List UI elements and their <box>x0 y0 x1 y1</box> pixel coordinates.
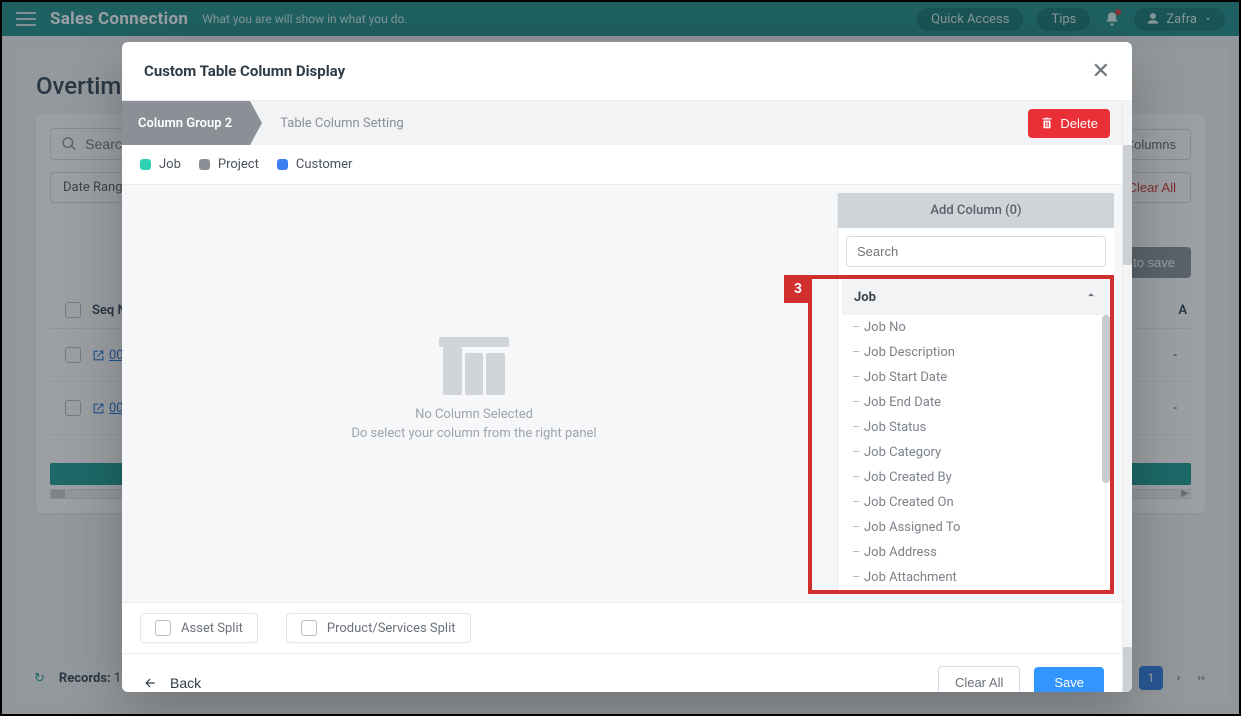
column-option[interactable]: Job Address <box>842 540 1110 565</box>
modal-scrollbar[interactable] <box>1122 101 1132 692</box>
asset-split-toggle[interactable]: Asset Split <box>140 613 258 643</box>
legend-job: Job <box>140 157 181 172</box>
back-button[interactable]: Back <box>140 675 201 691</box>
callout-badge: 3 <box>784 275 812 303</box>
column-option[interactable]: Job Created By <box>842 465 1110 490</box>
column-option[interactable]: Job Attachment <box>842 565 1110 590</box>
asset-split-checkbox[interactable] <box>155 620 171 636</box>
empty-state: No Column Selected Do select your column… <box>122 185 838 602</box>
delete-button[interactable]: Delete <box>1028 109 1110 138</box>
legend-row: Job Project Customer <box>122 145 1122 185</box>
arrow-left-icon <box>140 676 160 690</box>
save-button[interactable]: Save <box>1034 667 1104 692</box>
modal-title: Custom Table Column Display <box>144 62 345 80</box>
column-option[interactable]: Job Start Date <box>842 365 1110 390</box>
column-group-job[interactable]: Job <box>842 279 1110 315</box>
column-option[interactable]: Job Description <box>842 340 1110 365</box>
product-split-checkbox[interactable] <box>301 620 317 636</box>
empty-title: No Column Selected <box>415 407 533 422</box>
legend-customer: Customer <box>277 157 353 172</box>
empty-subtitle: Do select your column from the right pan… <box>351 426 596 441</box>
column-option[interactable]: Job Created On <box>842 490 1110 515</box>
column-option[interactable]: Job Assigned To <box>842 515 1110 540</box>
legend-project: Project <box>199 157 259 172</box>
column-list-scrollbar[interactable] <box>1102 315 1110 483</box>
column-search-input[interactable] <box>846 236 1106 267</box>
product-split-toggle[interactable]: Product/Services Split <box>286 613 471 643</box>
column-option[interactable]: Job No <box>842 315 1110 340</box>
close-button[interactable]: ✕ <box>1092 58 1110 84</box>
crumb-column-group[interactable]: Column Group 2 <box>122 101 250 145</box>
custom-table-column-modal: Custom Table Column Display ✕ Column Gro… <box>122 42 1132 692</box>
column-list: Job NoJob DescriptionJob Start DateJob E… <box>842 315 1110 590</box>
modal-clear-all-button[interactable]: Clear All <box>938 666 1020 692</box>
crumb-table-column-setting[interactable]: Table Column Setting <box>280 116 403 131</box>
close-icon: ✕ <box>1092 58 1110 83</box>
trash-icon <box>1040 116 1054 130</box>
breadcrumb: Column Group 2 Table Column Setting Dele… <box>122 101 1122 145</box>
chevron-up-icon <box>1084 288 1098 306</box>
column-option[interactable]: Job Status <box>842 415 1110 440</box>
column-option[interactable]: Job Category <box>842 440 1110 465</box>
add-column-header: Add Column (0) <box>838 193 1114 228</box>
column-option[interactable]: Job End Date <box>842 390 1110 415</box>
columns-placeholder-icon <box>443 347 505 395</box>
